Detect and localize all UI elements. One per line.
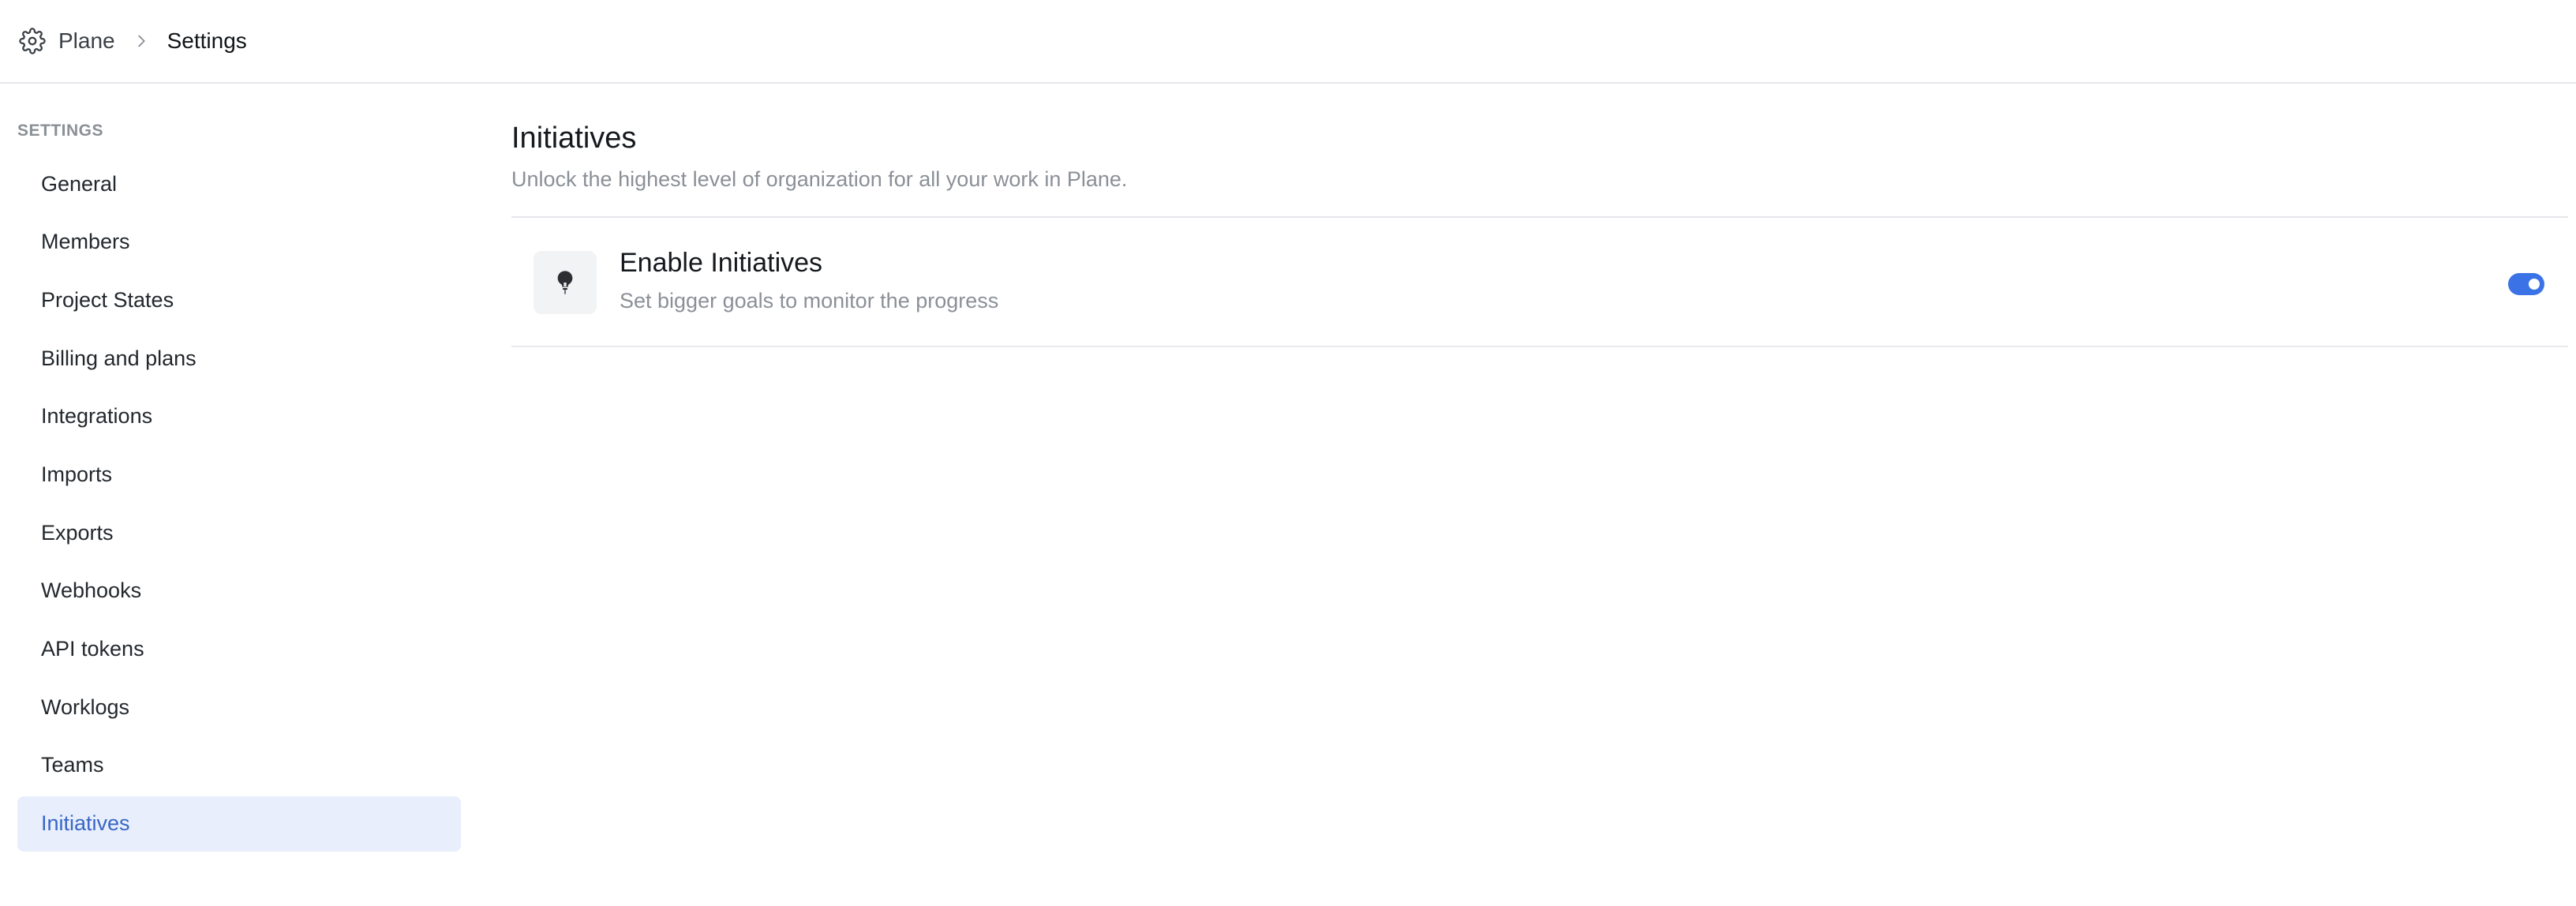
page-title: Initiatives: [511, 122, 637, 155]
breadcrumb-root[interactable]: Plane: [19, 28, 115, 54]
settings-sidebar: SETTINGS General Members Project States …: [0, 85, 478, 906]
sidebar-item-imports[interactable]: Imports: [17, 447, 461, 502]
sidebar-item-general[interactable]: General: [17, 156, 461, 212]
feature-icon-container: [534, 251, 597, 314]
breadcrumb-root-label: Plane: [58, 28, 115, 53]
sidebar-item-members[interactable]: Members: [17, 215, 461, 270]
sidebar-item-worklogs[interactable]: Worklogs: [17, 680, 461, 735]
page-subtitle: Unlock the highest level of organization…: [511, 167, 1128, 191]
sidebar-item-exports[interactable]: Exports: [17, 505, 461, 560]
top-bar: Plane Settings: [0, 0, 2576, 84]
feature-description: Set bigger goals to monitor the progress: [620, 289, 999, 313]
sidebar-item-teams[interactable]: Teams: [17, 738, 461, 793]
chevron-right-icon: [137, 35, 145, 47]
sidebar-item-project-states[interactable]: Project States: [17, 272, 461, 328]
breadcrumb-current: Settings: [167, 28, 247, 53]
feature-title: Enable Initiatives: [620, 248, 823, 278]
sidebar-heading: SETTINGS: [17, 122, 104, 140]
sidebar-list: General Members Project States Billing a…: [17, 156, 461, 854]
main-content: Initiatives Unlock the highest level of …: [511, 85, 2570, 906]
breadcrumb: Plane Settings: [19, 0, 247, 82]
enable-initiatives-row: Enable Initiatives Set bigger goals to m…: [511, 218, 2568, 347]
enable-initiatives-toggle[interactable]: [2508, 273, 2544, 295]
sidebar-item-webhooks[interactable]: Webhooks: [17, 563, 461, 619]
toggle-knob: [2529, 279, 2540, 290]
sidebar-item-api-tokens[interactable]: API tokens: [17, 622, 461, 677]
gear-icon: [19, 28, 46, 54]
sidebar-item-billing-and-plans[interactable]: Billing and plans: [17, 331, 461, 386]
sidebar-item-initiatives[interactable]: Initiatives: [17, 796, 461, 852]
sidebar-item-integrations[interactable]: Integrations: [17, 389, 461, 444]
lightbulb-icon: [557, 271, 573, 294]
